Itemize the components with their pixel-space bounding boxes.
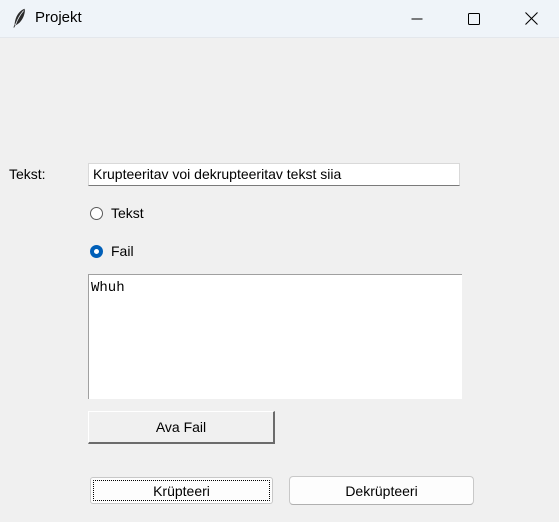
text-input[interactable]: Krupteeritav voi dekrupteeritav tekst si…	[88, 163, 460, 186]
radio-tekst-label: Tekst	[111, 205, 144, 221]
radio-tekst[interactable]: Tekst	[90, 205, 144, 221]
minimize-icon	[411, 13, 423, 25]
decrypt-button[interactable]: Dekrüpteeri	[289, 476, 474, 505]
file-content-textarea[interactable]: Whuh	[88, 274, 462, 399]
open-file-button-label: Ava Fail	[155, 419, 207, 435]
text-label: Tekst:	[9, 166, 46, 182]
feather-icon	[12, 8, 26, 28]
radio-checked-icon	[90, 244, 103, 258]
title-bar[interactable]: Projekt	[0, 0, 559, 38]
maximize-button[interactable]	[446, 0, 502, 37]
radio-fail[interactable]: Fail	[90, 243, 134, 259]
close-icon	[524, 12, 538, 25]
open-file-button[interactable]: Ava Fail	[88, 411, 275, 444]
radio-fail-label: Fail	[111, 243, 134, 259]
minimize-button[interactable]	[389, 0, 445, 37]
radio-unchecked-icon	[90, 206, 103, 220]
maximize-icon	[468, 12, 480, 25]
decrypt-button-label: Dekrüpteeri	[345, 482, 418, 499]
close-button[interactable]	[503, 0, 559, 37]
window-title: Projekt	[35, 9, 82, 26]
encrypt-button-label: Krüpteeri	[153, 482, 210, 499]
app-window: Projekt Tekst: Krupteeritav voi dekrupte…	[0, 0, 559, 522]
encrypt-button[interactable]: Krüpteeri	[90, 477, 273, 504]
